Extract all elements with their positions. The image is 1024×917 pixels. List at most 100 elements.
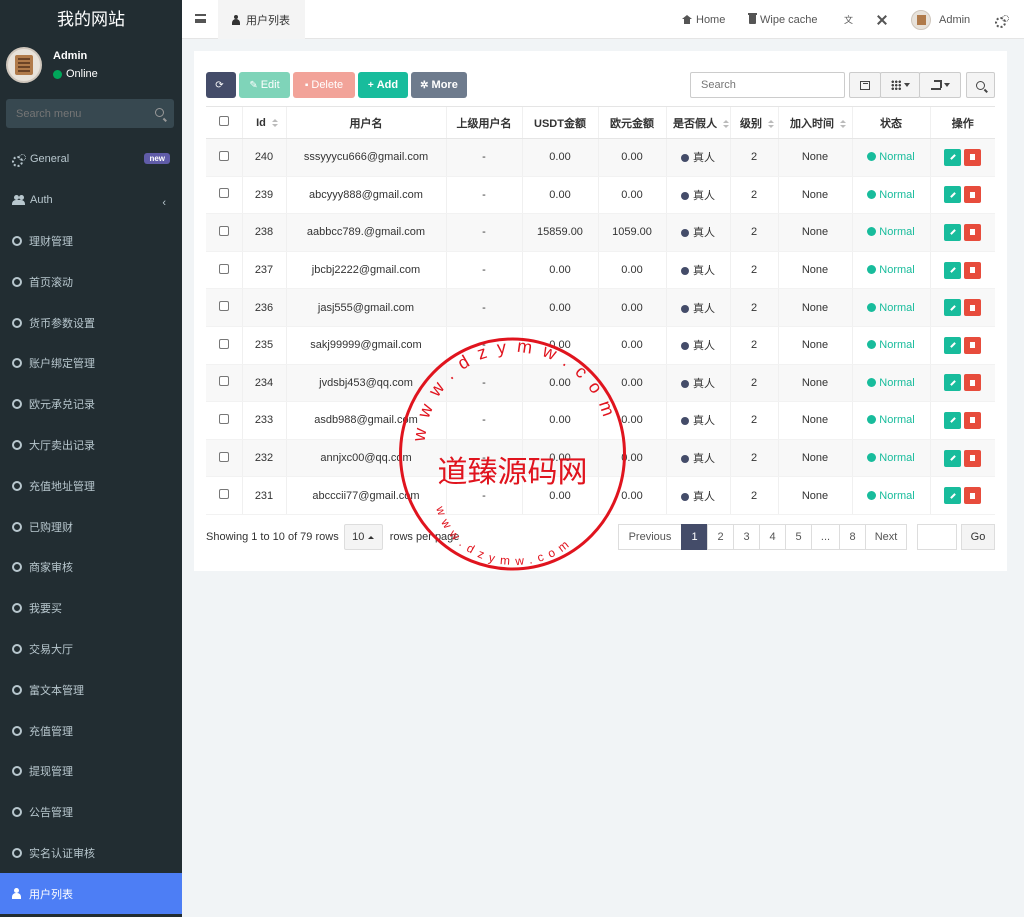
page-2-button[interactable]: 2 (707, 524, 734, 550)
row-checkbox[interactable] (218, 225, 229, 236)
table-row[interactable]: 231 abcccii77@gmail.com -0.00 0.00 真人 2 None No… (206, 476, 995, 515)
row-checkbox[interactable] (218, 338, 229, 349)
wipe-cache-button[interactable]: Wipe cache (748, 0, 817, 39)
edit-row-button[interactable] (944, 374, 962, 392)
goto-page-input[interactable] (917, 524, 957, 550)
refresh-button[interactable]: ⟳ (206, 72, 236, 98)
row-checkbox[interactable] (218, 188, 229, 199)
row-checkbox-cell[interactable] (206, 138, 242, 177)
status-badge[interactable]: Normal (867, 302, 915, 314)
column-header-is-fake[interactable]: 是否假人 (665, 106, 730, 139)
delete-row-button[interactable] (964, 186, 982, 204)
edit-row-button[interactable] (944, 336, 962, 354)
sidebar-item-purchased-finance[interactable]: 已购理财 (0, 506, 182, 547)
sidebar-item-account-binding[interactable]: 账户绑定管理 (0, 343, 182, 384)
sidebar-item-currency-settings[interactable]: 货币参数设置 (0, 302, 182, 343)
select-all-checkbox-cell[interactable] (206, 106, 242, 139)
row-checkbox[interactable] (218, 301, 229, 312)
page-8-button[interactable]: 8 (839, 524, 866, 550)
sidebar-item-recharge-address[interactable]: 充值地址管理 (0, 465, 182, 506)
row-checkbox[interactable] (218, 150, 229, 161)
table-row[interactable]: 237 jbcbj2222@gmail.com -0.00 0.00 真人 2 None No… (206, 251, 995, 290)
status-badge[interactable]: Normal (867, 452, 915, 464)
delete-row-button[interactable] (964, 374, 982, 392)
table-row[interactable]: 232 annjxc00@qq.com -0.00 0.00 真人 2 None Normal (206, 439, 995, 478)
delete-row-button[interactable] (964, 223, 982, 241)
previous-page-button[interactable]: Previous (618, 524, 682, 550)
delete-button[interactable]: ▪ Delete (293, 72, 355, 98)
edit-row-button[interactable] (944, 223, 962, 241)
row-checkbox-cell[interactable] (206, 288, 242, 327)
status-badge[interactable]: Normal (867, 151, 915, 163)
edit-row-button[interactable] (944, 411, 962, 429)
delete-row-button[interactable] (964, 487, 982, 505)
menu-toggle-icon[interactable] (195, 14, 206, 23)
table-row[interactable]: 240 sssyyycu666@gmail.com -0.00 0.00 真人 2 None… (206, 138, 995, 177)
sidebar-item-announcements[interactable]: 公告管理 (0, 792, 182, 833)
edit-row-button[interactable] (944, 148, 962, 166)
search-button[interactable] (966, 72, 995, 98)
table-row[interactable]: 235 sakj99999@gmail.com -0.00 0.00 真人 2 None No… (206, 326, 995, 365)
row-checkbox-cell[interactable] (206, 364, 242, 403)
sidebar-item-recharge[interactable]: 充值管理 (0, 710, 182, 751)
row-checkbox[interactable] (218, 451, 229, 462)
select-all-checkbox[interactable] (218, 116, 229, 126)
column-header-level[interactable]: 级别 (729, 106, 778, 139)
admin-menu[interactable]: Admin (911, 0, 970, 39)
row-checkbox[interactable] (218, 376, 229, 387)
next-page-button[interactable]: Next (865, 524, 907, 550)
row-checkbox-cell[interactable] (206, 213, 242, 252)
toggle-view-button[interactable] (849, 72, 881, 98)
table-row[interactable]: 233 asdb988@gmail.com -0.00 0.00 真人 2 None Norm… (206, 401, 995, 440)
column-header-join-time[interactable]: 加入时间 (777, 106, 852, 139)
delete-row-button[interactable] (964, 449, 982, 467)
edit-row-button[interactable] (944, 186, 962, 204)
tab-user-list[interactable]: 用户列表 (218, 0, 305, 39)
page-3-button[interactable]: 3 (733, 524, 760, 550)
status-badge[interactable]: Normal (867, 339, 915, 351)
edit-row-button[interactable] (944, 299, 962, 317)
sidebar-item-user-list[interactable]: 用户列表 (0, 873, 182, 915)
language-button[interactable] (844, 0, 855, 39)
status-badge[interactable]: Normal (867, 414, 915, 426)
export-button[interactable] (919, 72, 961, 98)
columns-button[interactable] (880, 72, 920, 98)
row-checkbox[interactable] (218, 263, 229, 274)
page-5-button[interactable]: 5 (785, 524, 812, 550)
column-header-id[interactable]: Id (241, 106, 286, 139)
more-button[interactable]: ✲ More (411, 72, 467, 98)
status-badge[interactable]: Normal (867, 226, 915, 238)
settings-button[interactable] (995, 0, 1009, 39)
page-4-button[interactable]: 4 (759, 524, 786, 550)
delete-row-button[interactable] (964, 261, 982, 279)
add-button[interactable]: + Add (358, 72, 408, 98)
sidebar-item-withdraw[interactable]: 提现管理 (0, 751, 182, 792)
sidebar-item-auth[interactable]: Auth ‹ (0, 180, 182, 221)
sidebar-item-rich-text[interactable]: 富文本管理 (0, 669, 182, 710)
search-input[interactable] (691, 73, 844, 97)
row-checkbox-cell[interactable] (206, 439, 242, 478)
row-checkbox-cell[interactable] (206, 251, 242, 290)
delete-row-button[interactable] (964, 148, 982, 166)
table-row[interactable]: 236 jasj555@gmail.com -0.00 0.00 真人 2 None Norm… (206, 288, 995, 327)
status-badge[interactable]: Normal (867, 490, 915, 502)
fullscreen-button[interactable] (877, 0, 887, 39)
search-icon[interactable] (155, 108, 164, 117)
table-row[interactable]: 239 abcyyy888@gmail.com -0.00 0.00 真人 2 None No… (206, 176, 995, 215)
sidebar-item-home-scroll[interactable]: 首页滚动 (0, 261, 182, 302)
table-row[interactable]: 238 aabbcc789.@gmail.com -15859.00 1059.00 真… (206, 213, 995, 252)
go-button[interactable]: Go (961, 524, 995, 550)
status-badge[interactable]: Normal (867, 377, 915, 389)
row-checkbox-cell[interactable] (206, 326, 242, 365)
site-logo[interactable]: 我的网站 (0, 0, 182, 39)
status-badge[interactable]: Normal (867, 264, 915, 276)
row-checkbox[interactable] (218, 413, 229, 424)
sidebar-item-trading-hall[interactable]: 交易大厅 (0, 629, 182, 670)
home-link[interactable]: Home (682, 0, 725, 39)
sidebar-item-buy[interactable]: 我要买 (0, 588, 182, 629)
sidebar-item-general[interactable]: General new (0, 139, 182, 180)
edit-row-button[interactable] (944, 449, 962, 467)
table-row[interactable]: 234 jvdsbj453@qq.com -0.00 0.00 真人 2 None Norma… (206, 364, 995, 403)
page-1-button[interactable]: 1 (681, 524, 708, 550)
delete-row-button[interactable] (964, 299, 982, 317)
